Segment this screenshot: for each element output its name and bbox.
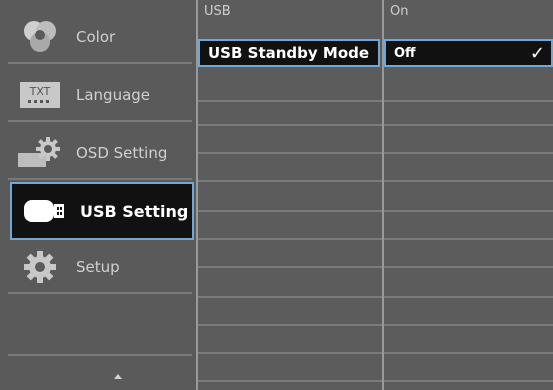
row-divider xyxy=(384,100,553,102)
scroll-up-arrow-icon[interactable] xyxy=(114,374,122,379)
language-icon: TXT xyxy=(14,75,66,115)
menu-item-osd-setting[interactable]: OSD Setting xyxy=(8,128,192,180)
row-divider xyxy=(198,124,382,126)
row-divider xyxy=(384,352,553,354)
submenu-item-usb-standby-mode[interactable]: USB Standby Mode xyxy=(198,39,380,67)
color-icon xyxy=(14,17,66,57)
option-off[interactable]: Off ✓ xyxy=(384,39,553,67)
gear-icon xyxy=(14,247,66,287)
row-divider xyxy=(384,152,553,154)
usb-icon xyxy=(18,191,70,231)
row-divider xyxy=(384,180,553,182)
row-divider xyxy=(384,238,553,240)
options-header: On xyxy=(390,4,409,19)
osd-setting-icon xyxy=(14,133,66,173)
row-divider xyxy=(198,352,382,354)
row-divider xyxy=(198,100,382,102)
row-divider xyxy=(384,210,553,212)
row-divider xyxy=(198,152,382,154)
menu-item-label: USB Setting xyxy=(80,201,189,221)
options-panel: On Off ✓ xyxy=(384,0,553,390)
row-divider xyxy=(198,210,382,212)
row-divider xyxy=(198,380,382,382)
menu-item-language[interactable]: TXT Language xyxy=(8,70,192,122)
row-divider xyxy=(198,296,382,298)
menu-divider xyxy=(8,354,192,356)
menu-item-label: OSD Setting xyxy=(76,144,168,162)
row-divider xyxy=(198,266,382,268)
menu-item-setup[interactable]: Setup xyxy=(8,242,192,294)
option-label: Off xyxy=(394,45,416,61)
menu-item-color[interactable]: Color xyxy=(8,12,192,64)
row-divider xyxy=(198,180,382,182)
row-divider xyxy=(384,324,553,326)
language-icon-text: TXT xyxy=(29,85,51,98)
row-divider xyxy=(384,380,553,382)
menu-item-label: Color xyxy=(76,28,116,46)
row-divider xyxy=(384,266,553,268)
submenu-header: USB xyxy=(204,4,231,19)
row-divider xyxy=(384,296,553,298)
menu-item-label: Language xyxy=(76,86,151,104)
menu-item-label: Setup xyxy=(76,258,120,276)
menu-item-usb-setting[interactable]: USB Setting xyxy=(10,182,194,240)
submenu-panel: USB USB Standby Mode xyxy=(198,0,384,390)
row-divider xyxy=(384,124,553,126)
row-divider xyxy=(198,324,382,326)
main-menu: Color TXT Language OSD Setting USB Setti… xyxy=(0,0,198,390)
checkmark-icon: ✓ xyxy=(529,42,545,64)
row-divider xyxy=(198,238,382,240)
